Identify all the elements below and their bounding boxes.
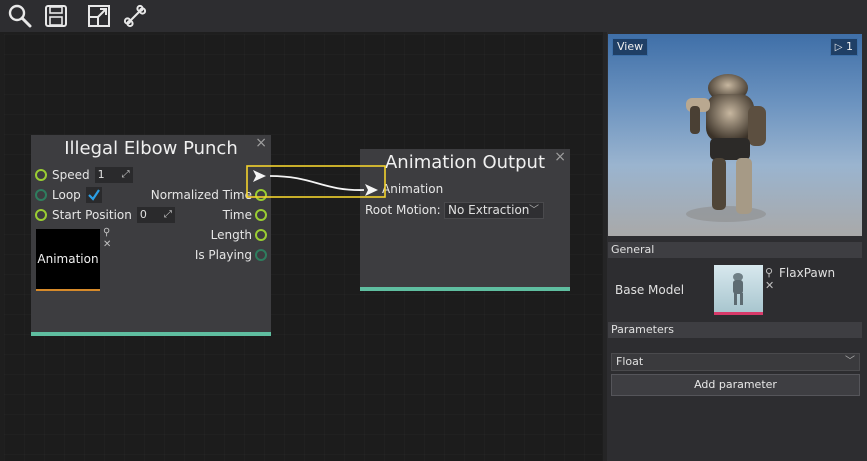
node-title[interactable]: Animation Output [360, 149, 570, 177]
search-icon[interactable]: ⚲ [765, 266, 773, 279]
save-icon[interactable] [41, 2, 71, 30]
base-model-thumbnail[interactable] [714, 265, 763, 315]
is-playing-label: Is Playing [194, 248, 252, 262]
animation-thumb-label: Animation [37, 252, 99, 266]
search-icon[interactable] [5, 2, 35, 30]
connection-wire [269, 175, 365, 191]
normalized-time-port[interactable] [255, 189, 267, 201]
node-footer [31, 332, 271, 336]
base-model-label: Base Model [615, 283, 685, 297]
node-footer [360, 287, 570, 291]
root-motion-dropdown[interactable]: No Extraction ﹀ [444, 202, 544, 219]
search-icon[interactable]: ⚲ [103, 227, 110, 238]
clear-icon[interactable]: ✕ [103, 239, 111, 250]
time-label: Time [222, 208, 252, 222]
preview-viewport[interactable]: View ▷ 1 [608, 34, 862, 236]
clear-icon[interactable]: ✕ [765, 279, 774, 292]
camera-speed-button[interactable]: ▷ 1 [829, 38, 858, 56]
is-playing-port[interactable] [255, 249, 267, 261]
fit-view-icon[interactable] [84, 2, 114, 30]
start-position-label: Start Position [52, 208, 132, 222]
animation-sample-node[interactable]: Illegal Elbow Punch × Speed 1 ⤢ Loop Star… [31, 135, 271, 336]
speed-port[interactable] [35, 169, 47, 181]
start-position-input[interactable]: 0 ⤢ [136, 207, 175, 223]
close-icon[interactable]: × [255, 135, 267, 151]
character-preview [686, 74, 766, 222]
loop-checkbox[interactable] [85, 187, 102, 203]
expand-icon: ⤢ [121, 169, 130, 180]
model-preview-icon [733, 273, 743, 305]
node-title[interactable]: Illegal Elbow Punch [31, 135, 271, 163]
speed-label: Speed [52, 168, 90, 182]
animation-input-label: Animation [382, 182, 444, 196]
base-model-value: FlaxPawn [779, 266, 836, 280]
graph-canvas[interactable]: Illegal Elbow Punch × Speed 1 ⤢ Loop Star… [4, 34, 602, 461]
root-motion-label: Root Motion: [365, 203, 441, 217]
camera-icon: ▷ [834, 42, 843, 53]
length-label: Length [210, 228, 252, 242]
normalized-time-label: Normalized Time [150, 188, 252, 202]
animation-output-node[interactable]: Animation Output × Animation Root Motion… [360, 149, 570, 291]
chevron-down-icon: ﹀ [845, 356, 855, 367]
close-icon[interactable]: × [554, 149, 566, 165]
expand-icon: ⤢ [163, 209, 172, 220]
add-parameter-button[interactable]: Add parameter [611, 374, 860, 396]
time-port[interactable] [255, 209, 267, 221]
speed-input[interactable]: 1 ⤢ [94, 167, 133, 183]
length-port[interactable] [255, 229, 267, 241]
start-position-port[interactable] [35, 209, 47, 221]
chevron-down-icon: ﹀ [529, 205, 539, 216]
loop-port[interactable] [35, 189, 47, 201]
properties-panel: View ▷ 1 General Base Model ⚲ ✕ FlaxPawn… [607, 32, 867, 461]
bone-icon[interactable] [120, 2, 150, 30]
parameter-type-dropdown[interactable]: Float ﹀ [611, 353, 860, 371]
parameters-section-header[interactable]: Parameters [608, 322, 862, 338]
loop-label: Loop [52, 188, 81, 202]
view-menu-button[interactable]: View [612, 38, 649, 56]
general-section-header[interactable]: General [608, 242, 862, 258]
checkmark-icon [88, 189, 100, 201]
animation-asset-thumbnail[interactable]: Animation [36, 229, 100, 291]
toolbar [0, 0, 867, 32]
